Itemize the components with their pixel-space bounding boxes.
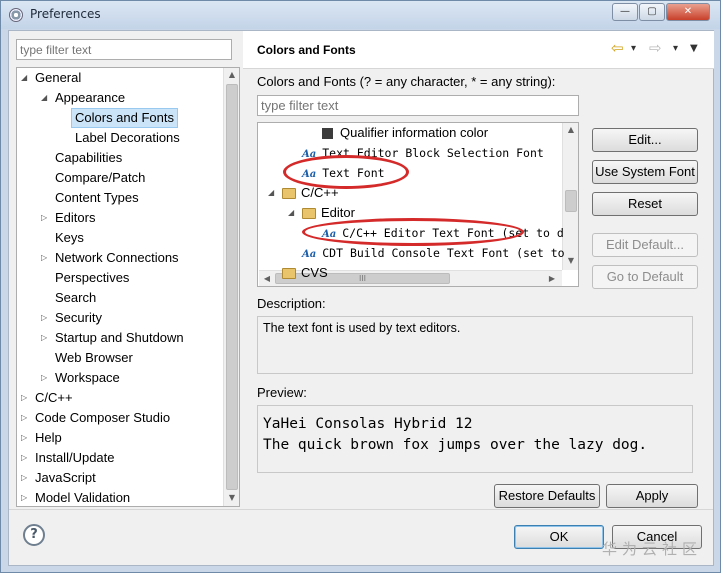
expanded-triangle-icon[interactable]: ◢ [268, 183, 278, 203]
color-definition-item[interactable]: Qualifier information color [322, 123, 488, 143]
preferences-tree-item[interactable]: Appearance [55, 88, 125, 108]
dialog-client-area: ▲ ▼ ◢General◢AppearanceColors and FontsL… [8, 30, 714, 566]
scroll-right-arrow-icon[interactable]: ▶ [544, 274, 560, 283]
tree-item-label: Qualifier information color [340, 125, 489, 140]
color-swatch-icon [322, 128, 333, 140]
use-system-font-button[interactable]: Use System Font [592, 160, 698, 184]
colors-fonts-tree[interactable]: ▲ ▼ ◀ III ▶ Qualifier information color A… [257, 122, 579, 287]
preferences-app-icon [9, 8, 23, 22]
preferences-tree-item[interactable]: Workspace [55, 368, 120, 388]
collapsed-triangle-icon[interactable]: ▷ [41, 308, 51, 328]
collapsed-triangle-icon[interactable]: ▷ [21, 388, 31, 408]
footer-separator [9, 509, 713, 510]
annotation-ellipse-editor-font [302, 218, 524, 246]
scroll-up-arrow-icon[interactable]: ▲ [563, 125, 578, 134]
go-to-default-button[interactable]: Go to Default [592, 265, 698, 289]
preferences-tree-item[interactable]: Colors and Fonts [71, 108, 178, 128]
preferences-tree-item[interactable]: Network Connections [55, 248, 179, 268]
collapsed-triangle-icon[interactable]: ▷ [41, 248, 51, 268]
expanded-triangle-icon[interactable]: ◢ [288, 203, 298, 223]
preferences-tree[interactable]: ▲ ▼ ◢ General ◢ Appearance Colors and Fonts L… [16, 67, 240, 507]
scroll-down-arrow-icon[interactable]: ▼ [224, 493, 239, 502]
preview-line-font-name: YaHei Consolas Hybrid 12 [263, 416, 473, 432]
preferences-tree-item[interactable]: Keys [55, 228, 84, 248]
colors-fonts-filter-hint: Colors and Fonts (? = any character, * =… [257, 74, 556, 89]
forward-history-dropdown-icon[interactable]: ▾ [673, 43, 678, 54]
preferences-tree-item[interactable]: Search [55, 288, 96, 308]
forward-arrow-icon[interactable]: ⇨ [649, 39, 662, 57]
help-icon[interactable]: ? [23, 524, 45, 546]
scroll-thumb[interactable] [226, 84, 238, 490]
preferences-tree-item[interactable]: Editors [55, 208, 95, 228]
scroll-thumb[interactable] [565, 190, 577, 212]
collapsed-triangle-icon[interactable]: ▷ [21, 488, 31, 506]
scroll-down-arrow-icon[interactable]: ▼ [563, 256, 578, 265]
expanded-triangle-icon[interactable]: ◢ [41, 88, 51, 108]
preferences-tree-item[interactable]: Web Browser [55, 348, 133, 368]
collapsed-triangle-icon[interactable]: ▷ [41, 208, 51, 228]
font-category-item[interactable]: CVS [282, 263, 328, 283]
edit-button[interactable]: Edit... [592, 128, 698, 152]
preferences-tree-item[interactable]: Model Validation [35, 488, 130, 506]
folder-icon [282, 268, 296, 280]
reset-button[interactable]: Reset [592, 192, 698, 216]
preferences-tree-item[interactable]: Help [35, 428, 62, 448]
edit-default-button[interactable]: Edit Default... [592, 233, 698, 257]
apply-button[interactable]: Apply [606, 484, 698, 508]
collapsed-triangle-icon[interactable]: ▷ [41, 328, 51, 348]
ok-button[interactable]: OK [514, 525, 604, 549]
view-menu-icon[interactable]: ▼ [690, 43, 698, 54]
collapsed-triangle-icon[interactable]: ▷ [41, 368, 51, 388]
preferences-tree-item[interactable]: JavaScript [35, 468, 96, 488]
scroll-up-arrow-icon[interactable]: ▲ [224, 70, 239, 79]
font-icon: Aa [302, 249, 317, 260]
preferences-tree-item[interactable]: Startup and Shutdown [55, 328, 184, 348]
collapsed-triangle-icon[interactable]: ▷ [21, 448, 31, 468]
preferences-tree-item[interactable]: Install/Update [35, 448, 115, 468]
window-title: Preferences [30, 7, 101, 21]
minimize-button[interactable]: — [612, 3, 638, 21]
preferences-filter-input[interactable] [16, 39, 232, 60]
back-arrow-icon[interactable]: ⇦ [611, 39, 624, 57]
back-history-dropdown-icon[interactable]: ▾ [631, 43, 636, 54]
scroll-left-arrow-icon[interactable]: ◀ [259, 274, 275, 283]
title-bar[interactable]: Preferences — ▢ ✕ [1, 1, 720, 29]
preferences-tree-item[interactable]: Label Decorations [75, 128, 180, 148]
folder-icon [282, 188, 296, 200]
watermark: 华为云社区 [602, 540, 703, 558]
collapsed-triangle-icon[interactable]: ▷ [21, 428, 31, 448]
expanded-triangle-icon[interactable]: ◢ [21, 68, 31, 88]
page-title: Colors and Fonts [257, 43, 356, 57]
preferences-tree-item[interactable]: Compare/Patch [55, 168, 145, 188]
font-preview: YaHei Consolas Hybrid 12 The quick brown… [257, 405, 693, 473]
preferences-window: Preferences — ▢ ✕ ▲ ▼ ◢General◢Appearanc… [0, 0, 721, 573]
preferences-tree-item[interactable]: Code Composer Studio [35, 408, 170, 428]
tree-item-label: Editor [321, 205, 355, 220]
maximize-button[interactable]: ▢ [639, 3, 665, 21]
folder-icon [302, 208, 316, 220]
description-label: Description: [257, 296, 326, 311]
tree-item-label: CDT Build Console Text Font (set to [322, 246, 565, 260]
preferences-tree-item[interactable]: Perspectives [55, 268, 129, 288]
preferences-tree-item[interactable]: Security [55, 308, 102, 328]
preferences-tree-item[interactable]: General [35, 68, 81, 88]
annotation-ellipse-text-font [283, 155, 409, 189]
preferences-tree-item[interactable]: Content Types [55, 188, 139, 208]
preferences-tree-scrollbar[interactable]: ▲ ▼ [223, 68, 239, 506]
preview-line-sample: The quick brown fox jumps over the lazy … [263, 437, 648, 453]
page-header: Colors and Fonts ⇦ ▾ ⇨ ▾ ▼ [243, 31, 714, 69]
preview-label: Preview: [257, 385, 307, 400]
colors-fonts-filter-input[interactable] [257, 95, 579, 116]
close-button[interactable]: ✕ [666, 3, 710, 21]
restore-defaults-button[interactable]: Restore Defaults [494, 484, 600, 508]
tree-item-label: CVS [301, 265, 328, 280]
description-text: The text font is used by text editors. [257, 316, 693, 374]
colors-and-fonts-page: Colors and Fonts ⇦ ▾ ⇨ ▾ ▼ Colors and Fo… [243, 31, 714, 508]
preferences-tree-item[interactable]: C/C++ [35, 388, 73, 408]
preferences-tree-item[interactable]: Capabilities [55, 148, 122, 168]
collapsed-triangle-icon[interactable]: ▷ [21, 468, 31, 488]
collapsed-triangle-icon[interactable]: ▷ [21, 408, 31, 428]
font-definition-item[interactable]: Aa CDT Build Console Text Font (set to [302, 243, 565, 263]
